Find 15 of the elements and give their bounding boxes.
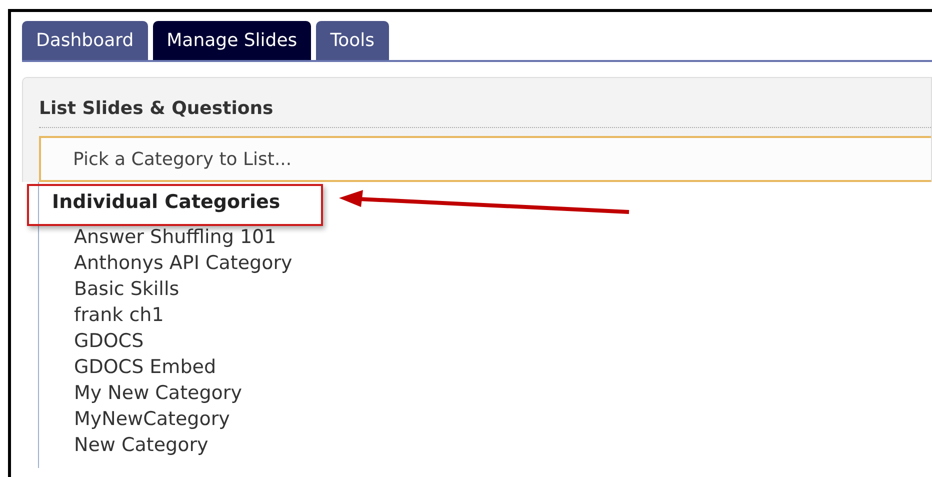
group-label: Individual Categories: [52, 191, 280, 213]
panel-title: List Slides & Questions: [39, 98, 274, 121]
category-option[interactable]: Answer Shuffling 101: [39, 224, 932, 250]
category-option[interactable]: Basic Skills: [39, 276, 932, 302]
category-option[interactable]: GDOCS: [39, 328, 932, 354]
category-option[interactable]: Anthonys API Category: [39, 250, 932, 276]
category-option[interactable]: GDOCS Embed: [39, 354, 932, 380]
tab[interactable]: Tools: [316, 21, 389, 60]
category-option[interactable]: frank ch1: [39, 302, 932, 328]
tab[interactable]: Dashboard: [22, 21, 148, 60]
category-option[interactable]: New Category: [39, 432, 932, 458]
category-option[interactable]: MyNewCategory: [39, 406, 932, 432]
tab[interactable]: Manage Slides: [152, 21, 312, 60]
category-select[interactable]: Pick a Category to List...: [39, 136, 931, 182]
category-option[interactable]: My New Category: [39, 380, 932, 406]
